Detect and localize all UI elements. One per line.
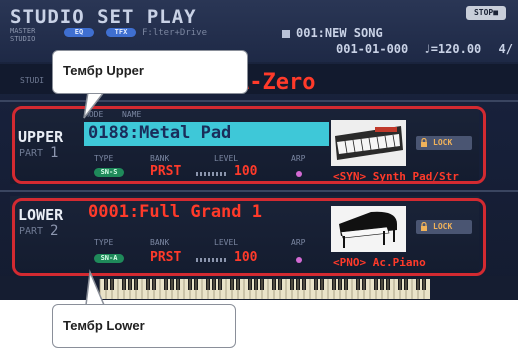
time-signature: 4/ 4 xyxy=(498,42,518,56)
upper-part-highlight xyxy=(12,106,486,184)
studio-set-label: STUDI xyxy=(20,76,45,85)
studio-label: STUDIO xyxy=(10,35,36,43)
lower-tone-callout: Тембр Lower xyxy=(52,304,236,348)
page-title: STUDIO SET PLAY xyxy=(10,6,197,28)
song-name: 001:NEW SONG xyxy=(296,26,383,40)
keyboard-strip xyxy=(0,276,518,300)
stop-button[interactable]: STOP■ xyxy=(466,6,506,20)
position-readout: 001-01-000 ♩=120.00 4/ 4 xyxy=(336,42,518,56)
tfx-pill[interactable]: TFX xyxy=(106,28,136,37)
measure-position: 001-01-000 xyxy=(336,42,409,56)
eq-pill[interactable]: EQ xyxy=(64,28,94,37)
divider xyxy=(0,190,518,192)
upper-tone-callout: Тембр Upper xyxy=(52,50,248,94)
lower-part-highlight xyxy=(12,198,486,276)
song-icon xyxy=(282,30,290,38)
tempo-readout: ♩=120.00 xyxy=(423,42,482,56)
master-label: MASTER xyxy=(10,27,36,35)
divider xyxy=(0,100,518,102)
filter-drive-label: F:lter+Drive xyxy=(142,28,208,38)
